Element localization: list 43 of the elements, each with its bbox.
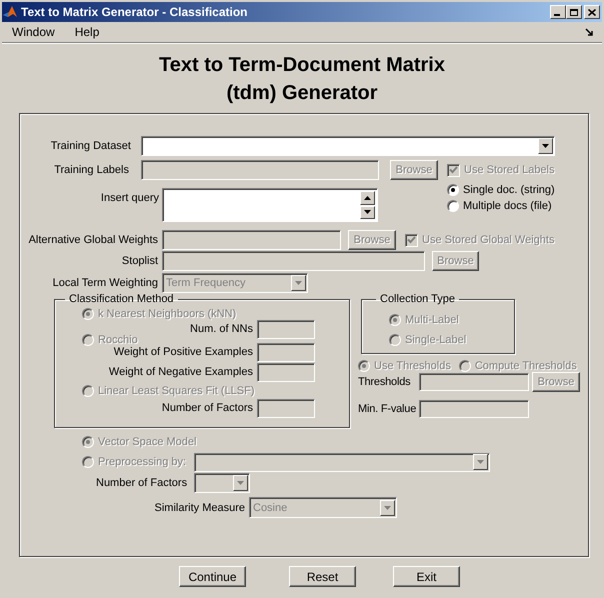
dropdown-arrow-icon [237, 481, 244, 485]
close-icon [588, 8, 596, 16]
dropdown[interactable] [141, 136, 555, 156]
push-button[interactable]: Reset [289, 566, 356, 587]
down-arrow-icon [364, 210, 371, 214]
field-label: Number of Factors [96, 477, 188, 489]
app-logo-icon [2, 4, 18, 20]
field-label: Similarity Measure [154, 502, 245, 514]
field-label: Insert query [100, 192, 159, 204]
scroll-down-button[interactable] [360, 206, 375, 219]
push-button[interactable]: Continue [179, 566, 246, 587]
field-label: Num. of NNs [190, 323, 253, 335]
scroll-up-button[interactable] [360, 191, 375, 204]
field-label: Min. F-value [358, 403, 418, 415]
field-label: Weight of Positive Examples [114, 346, 253, 358]
field-label: Training Labels [53, 164, 129, 176]
group-title: Collection Type [379, 293, 456, 305]
window-title: Text to Matrix Generator - Classification [21, 5, 248, 19]
field-label: Stoplist [120, 255, 158, 267]
field-label: Local Term Weighting [52, 277, 158, 289]
app-heading: Text to Term-Document Matrix (tdm) Generator [158, 53, 446, 106]
dock-arrow-icon[interactable] [585, 28, 594, 36]
field-label: Training Dataset [50, 140, 131, 152]
dropdown-arrow-icon [542, 144, 549, 148]
maximize-icon [570, 8, 578, 16]
push-button[interactable]: Exit [393, 566, 460, 587]
radio-button[interactable]: Single doc. (string) [447, 182, 555, 198]
maximize-button[interactable] [566, 5, 582, 19]
radio-button[interactable]: Multiple docs (file) [447, 198, 555, 214]
field-label: Alternative Global Weights [28, 234, 158, 246]
up-arrow-icon [364, 196, 371, 200]
field-label: Number of Factors [162, 402, 253, 414]
dropdown-arrow-icon [295, 281, 302, 285]
close-button[interactable] [584, 5, 600, 19]
group-title: Classification Method [68, 293, 175, 305]
field-label: Weight of Negative Examples [108, 366, 253, 378]
field-label: Thresholds [358, 376, 412, 388]
dropdown-arrow-icon [384, 506, 391, 510]
menu-item[interactable]: Help [74, 25, 100, 39]
minimize-button[interactable] [550, 5, 566, 19]
text-area[interactable] [162, 188, 378, 222]
dropdown-arrow-icon [477, 460, 484, 464]
menu-item[interactable]: Window [12, 25, 55, 39]
